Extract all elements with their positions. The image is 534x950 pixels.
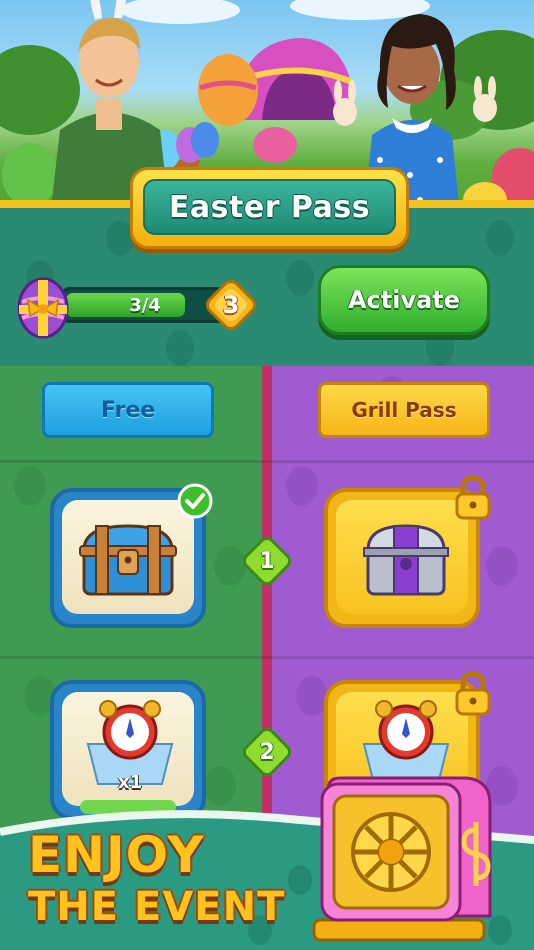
free-track-header: Free <box>42 382 214 438</box>
purple-chest-icon <box>363 524 449 596</box>
activate-button-label: Activate <box>347 286 461 314</box>
blue-chest-icon <box>79 524 177 596</box>
step-1-label: 1 <box>259 548 275 574</box>
grill-pass-label: Grill Pass <box>351 398 457 422</box>
promo-line-2: THE EVENT <box>28 884 286 930</box>
event-title: Easter Pass <box>168 189 371 225</box>
free-reward-2[interactable] <box>50 680 206 820</box>
lock-icon <box>455 475 491 520</box>
grill-pass-header: Grill Pass <box>318 382 490 438</box>
reward-quantity: x1 <box>118 772 143 793</box>
lock-icon <box>455 671 491 716</box>
easter-egg-icon <box>17 277 69 339</box>
event-title-plate: Easter Pass <box>130 167 409 249</box>
row-separator <box>0 460 534 463</box>
row-separator <box>0 656 534 659</box>
promo-line-1: ENJOY <box>28 826 205 884</box>
free-track-label: Free <box>100 397 156 423</box>
claimed-checkmark-icon <box>177 483 213 519</box>
step-2-label: 2 <box>259 739 275 765</box>
current-level: 3 <box>222 291 240 319</box>
safe-vault-icon <box>312 776 492 942</box>
activate-button[interactable]: Activate <box>318 265 490 335</box>
